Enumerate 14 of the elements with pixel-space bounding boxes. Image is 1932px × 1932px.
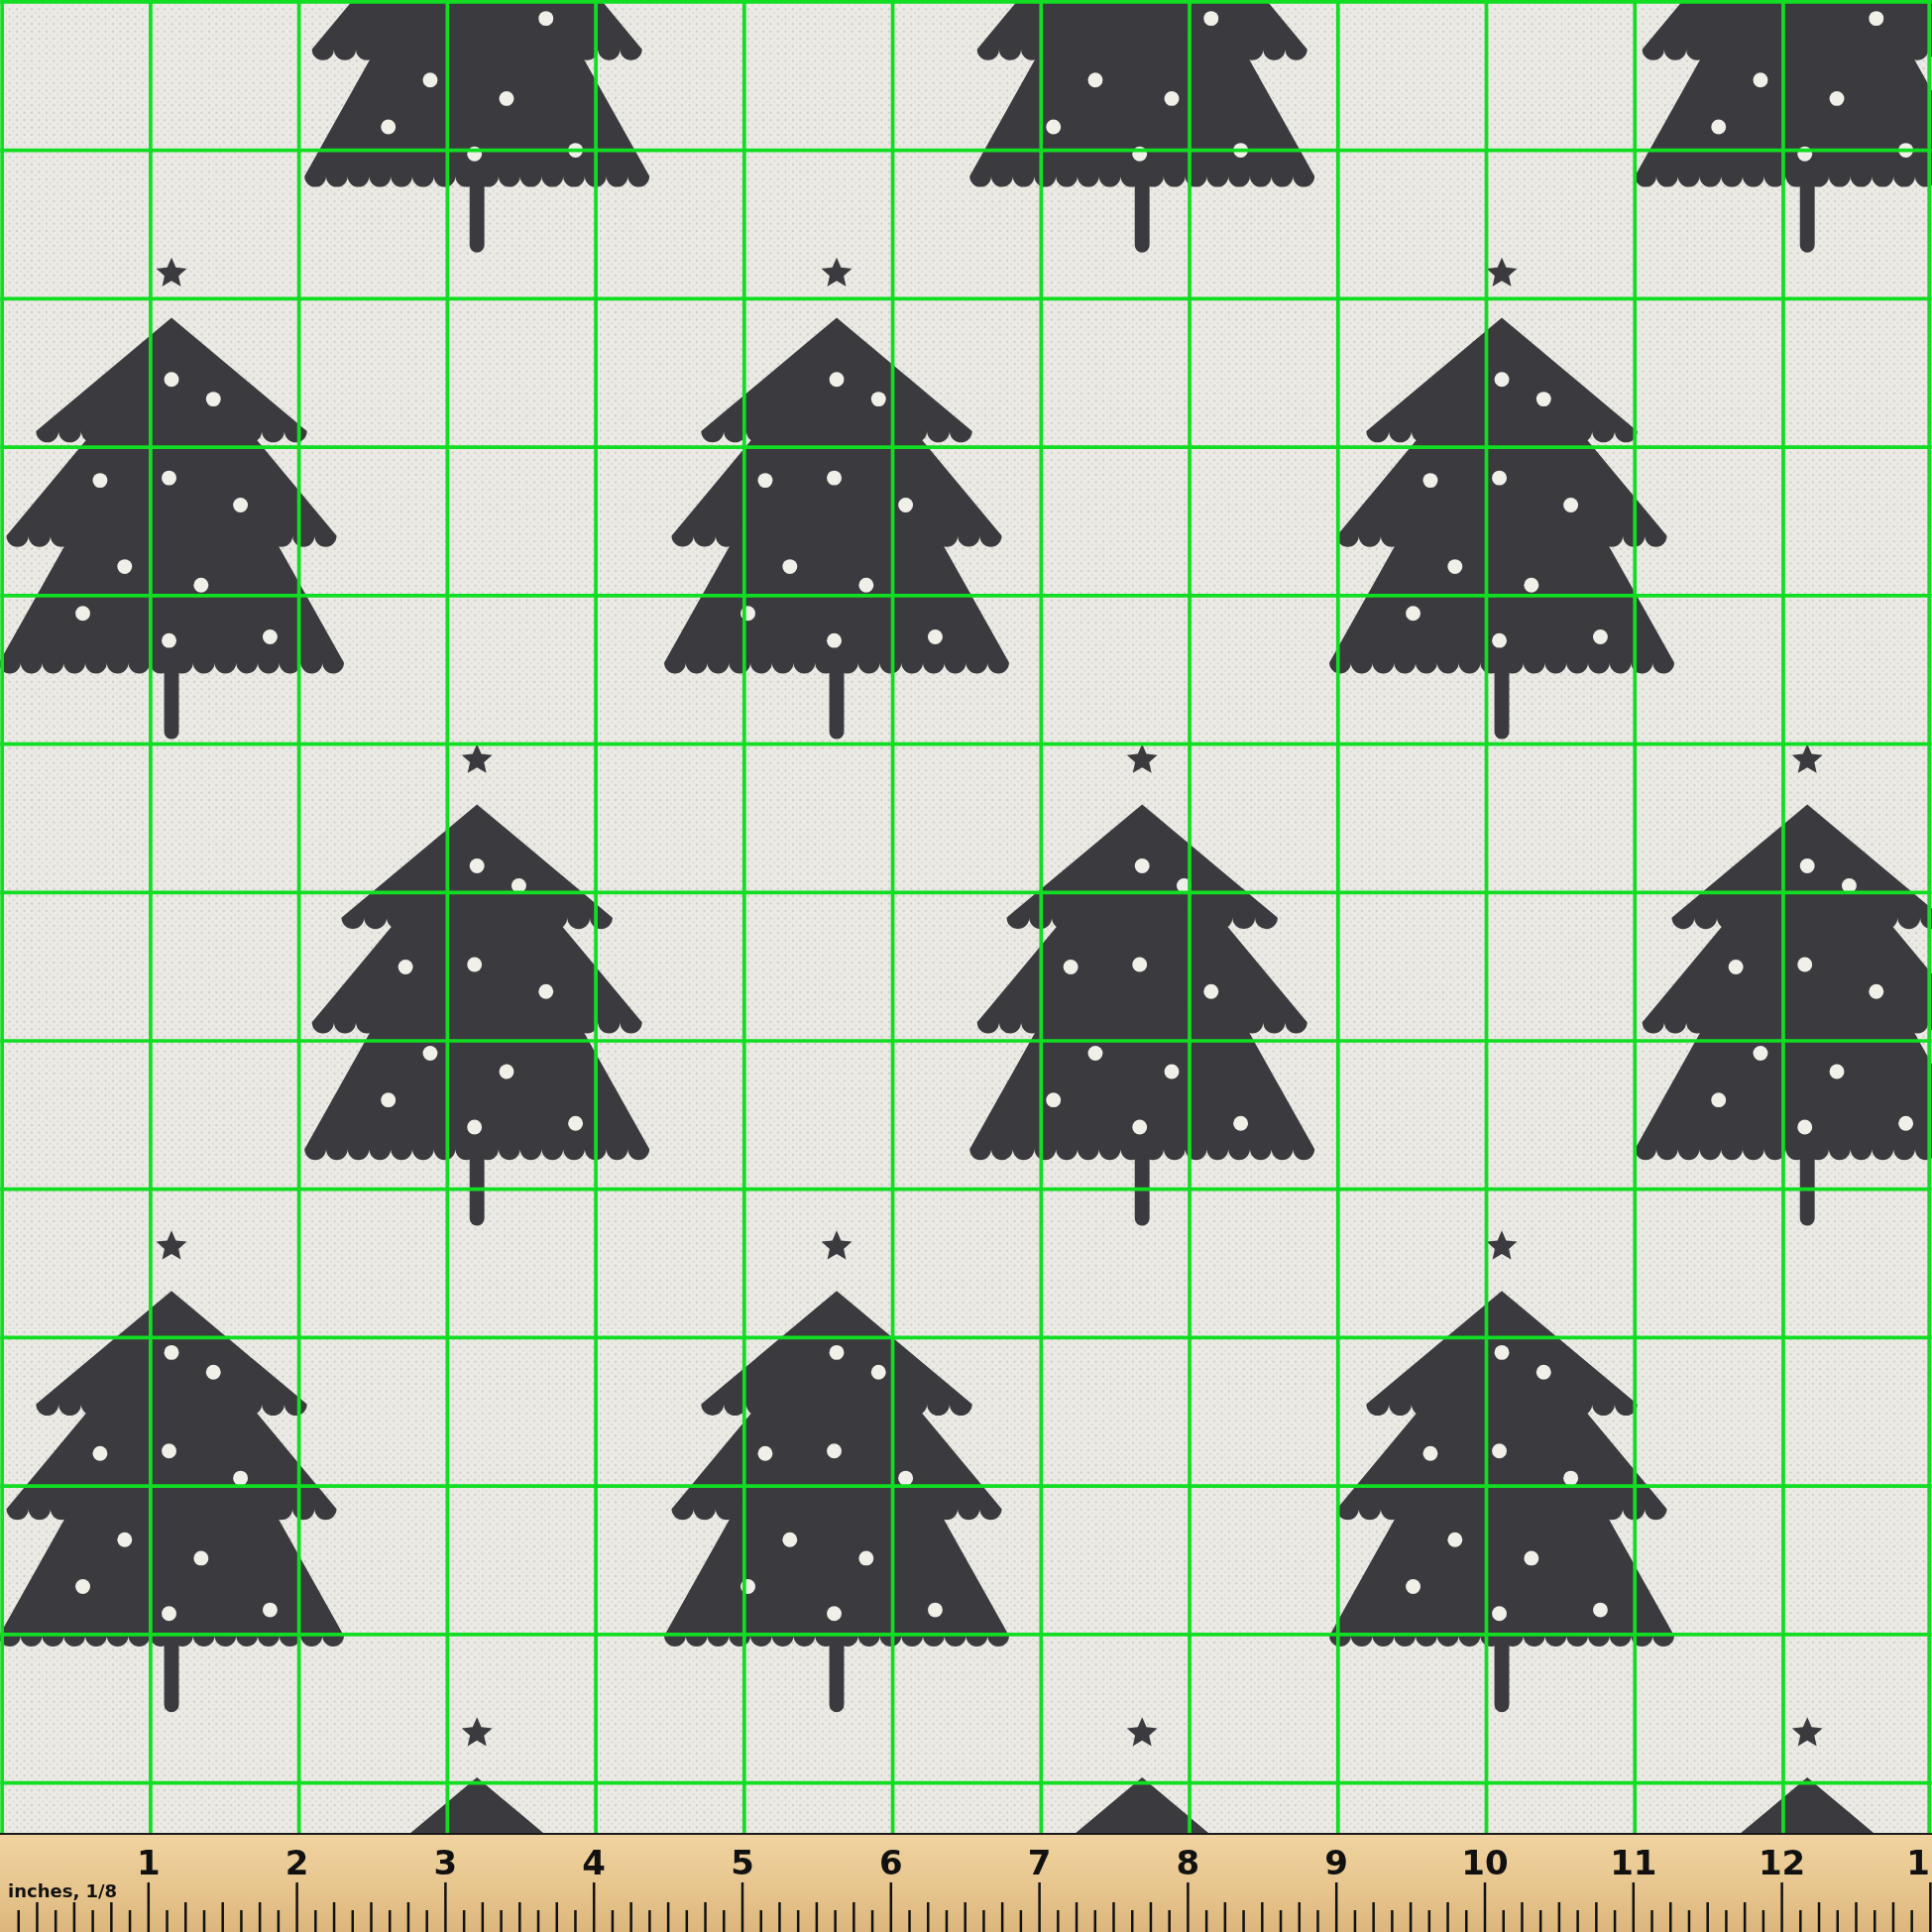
ruler-number: 4 [582, 1843, 606, 1882]
unit-label: inches, 1/8 [8, 1880, 118, 1901]
ruler-number: 3 [433, 1843, 458, 1882]
ruler-number: 9 [1324, 1843, 1348, 1882]
ruler-number: 2 [284, 1843, 309, 1882]
ruler-number: 7 [1027, 1843, 1052, 1882]
ruler-number: 5 [731, 1843, 754, 1882]
ruler-number: 11 [1610, 1843, 1657, 1882]
ruler-number: 1 [1906, 1843, 1930, 1882]
ruler-number: 10 [1461, 1843, 1509, 1882]
ruler-number: 6 [878, 1843, 903, 1882]
ruler-number: 12 [1758, 1843, 1806, 1882]
ruler-number: 8 [1176, 1843, 1200, 1882]
ruler-number: 1 [136, 1843, 161, 1882]
